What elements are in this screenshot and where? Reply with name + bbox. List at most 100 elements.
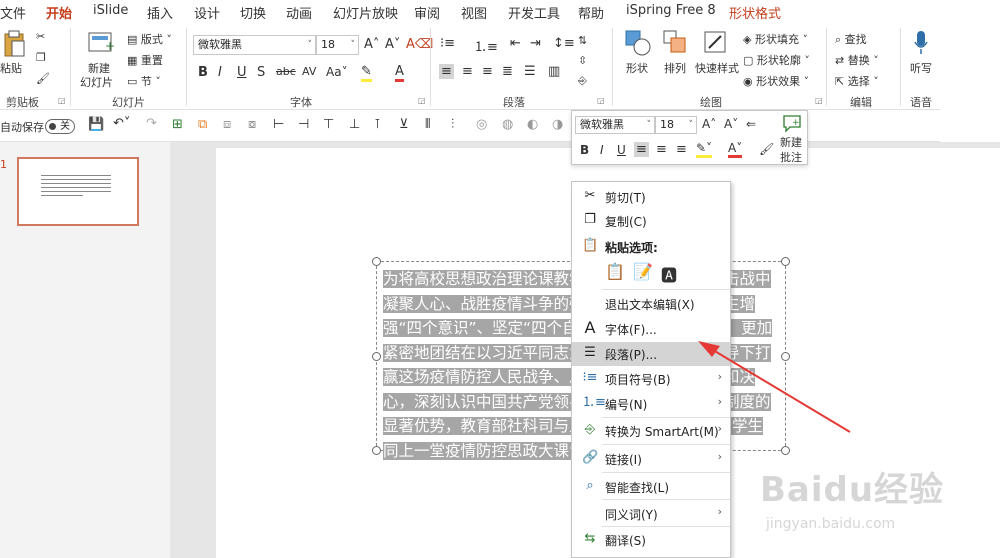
tab-home[interactable]: 开始 bbox=[46, 3, 73, 26]
text-direction-icon[interactable]: ⇅ bbox=[578, 34, 587, 47]
paste-text-only-icon[interactable]: 🅰 bbox=[661, 262, 677, 286]
shapes-icon[interactable] bbox=[625, 30, 651, 56]
align-center-objects-icon[interactable]: ⊣ bbox=[298, 117, 309, 132]
tab-transitions[interactable]: 切换 bbox=[240, 3, 266, 22]
menu-item-font[interactable]: A 字体(F)... bbox=[572, 317, 730, 341]
ungroup-icon[interactable]: ⧇ bbox=[248, 117, 256, 132]
shape-effects-button[interactable]: ◉ 形状效果 ˅ bbox=[743, 73, 809, 89]
paragraph-launcher-icon[interactable]: ◲ bbox=[597, 96, 605, 105]
microphone-icon[interactable] bbox=[913, 30, 929, 56]
increase-font-icon[interactable]: A˄ bbox=[364, 37, 379, 52]
tab-view[interactable]: 视图 bbox=[461, 3, 487, 22]
new-slide-label-2[interactable]: 幻灯片 bbox=[80, 74, 113, 90]
bold-icon[interactable]: B bbox=[198, 65, 208, 80]
paste-picture-icon[interactable]: 📝 bbox=[633, 262, 653, 281]
layout-button[interactable]: ▤ 版式 ˅ bbox=[127, 31, 172, 47]
line-spacing-icon[interactable]: ↕≡ bbox=[553, 36, 575, 51]
resize-handle-top-right[interactable] bbox=[781, 257, 790, 266]
menu-item-bullets[interactable]: ⁝≡ 项目符号(B) › bbox=[572, 367, 730, 391]
resize-handle-top-left[interactable] bbox=[372, 257, 381, 266]
tab-help[interactable]: 帮助 bbox=[578, 3, 604, 22]
align-top-objects-icon[interactable]: ⊥ bbox=[349, 117, 360, 132]
clipboard-launcher-icon[interactable]: ◲ bbox=[58, 96, 66, 105]
slide-thumbnail[interactable] bbox=[17, 157, 139, 226]
char-spacing-icon[interactable]: AV bbox=[302, 65, 316, 78]
menu-item-cut[interactable]: ✂ 剪切(T) bbox=[572, 185, 730, 209]
find-button[interactable]: ⌕ 查找 bbox=[835, 31, 867, 47]
drawing-launcher-icon[interactable]: ◲ bbox=[815, 96, 823, 105]
strikethrough-icon[interactable]: abc bbox=[276, 65, 296, 78]
save-icon[interactable]: 💾 bbox=[88, 117, 104, 132]
mini-align-right-icon[interactable]: ≡ bbox=[676, 142, 687, 157]
distribute-icon[interactable]: ⊞ bbox=[172, 117, 183, 132]
menu-item-translate[interactable]: ⇆ 翻译(S) bbox=[572, 528, 730, 552]
align-left-icon[interactable]: ≡ bbox=[439, 64, 454, 79]
shape-outline-button[interactable]: ▢ 形状轮廓 ˅ bbox=[743, 52, 810, 68]
mini-font-size-combo[interactable]: 18 ˅ bbox=[655, 116, 697, 134]
mini-decrease-font-icon[interactable]: A˅ bbox=[724, 117, 738, 131]
copy-icon[interactable]: ❐ bbox=[36, 51, 46, 64]
paste-icon[interactable] bbox=[2, 30, 26, 58]
mini-format-painter-icon[interactable]: 🖌 bbox=[759, 142, 774, 156]
shape-intersect-icon[interactable]: ◑ bbox=[552, 117, 563, 132]
new-comment-label[interactable]: 新建 bbox=[780, 134, 802, 150]
undo-icon[interactable]: ↶˅ bbox=[113, 116, 130, 131]
menu-item-link[interactable]: 🔗 链接(I) › bbox=[572, 447, 730, 471]
insert-shape-icon[interactable]: ⧉ bbox=[198, 117, 207, 132]
tab-review[interactable]: 审阅 bbox=[414, 3, 440, 22]
align-text-icon[interactable]: ⇳ bbox=[578, 54, 587, 67]
tab-slideshow[interactable]: 幻灯片放映 bbox=[333, 3, 398, 22]
increase-indent-icon[interactable]: ⇥ bbox=[530, 36, 541, 51]
resize-handle-left[interactable] bbox=[372, 352, 381, 361]
mini-increase-font-icon[interactable]: A˄ bbox=[702, 117, 716, 131]
tab-animations[interactable]: 动画 bbox=[286, 3, 312, 22]
align-center-icon[interactable]: ≡ bbox=[462, 64, 473, 79]
italic-icon[interactable]: I bbox=[218, 65, 222, 80]
mini-underline-icon[interactable]: U bbox=[617, 143, 626, 157]
tab-developer[interactable]: 开发工具 bbox=[508, 3, 560, 22]
arrange-icon[interactable] bbox=[663, 30, 689, 56]
tab-ispring[interactable]: iSpring Free 8 bbox=[626, 3, 716, 18]
highlight-icon[interactable]: ✎ bbox=[361, 64, 372, 82]
menu-item-smartart[interactable]: ⎆ 转换为 SmartArt(M) › bbox=[572, 419, 730, 443]
autosave-toggle[interactable]: 关 bbox=[45, 119, 75, 134]
new-comment-label-2[interactable]: 批注 bbox=[780, 149, 802, 165]
font-name-combo[interactable]: 微软雅黑 ˅ bbox=[193, 35, 316, 55]
bullets-icon[interactable]: ⁝≡ bbox=[440, 36, 455, 51]
shadow-icon[interactable]: S bbox=[257, 65, 265, 80]
resize-handle-bottom-right[interactable] bbox=[781, 446, 790, 455]
select-button[interactable]: ⇱ 选择 ˅ bbox=[835, 73, 879, 89]
mini-clear-format-icon[interactable]: ⇐ bbox=[746, 117, 756, 131]
shapes-label[interactable]: 形状 bbox=[626, 60, 648, 76]
mini-italic-icon[interactable]: I bbox=[600, 143, 604, 157]
shape-union-icon[interactable]: ◎ bbox=[476, 117, 487, 132]
tab-shape-format[interactable]: 形状格式 bbox=[729, 3, 781, 22]
group-icon[interactable]: ⧈ bbox=[223, 117, 231, 132]
shape-fill-button[interactable]: ◈ 形状填充 ˅ bbox=[743, 31, 808, 47]
tab-design[interactable]: 设计 bbox=[194, 3, 220, 22]
quick-styles-label[interactable]: 快速样式 bbox=[695, 60, 739, 76]
tab-islide[interactable]: iSlide bbox=[93, 3, 128, 18]
align-left-objects-icon[interactable]: ⊢ bbox=[273, 117, 284, 132]
tab-insert[interactable]: 插入 bbox=[147, 3, 173, 22]
smartart-convert-icon[interactable]: ⎆ bbox=[578, 74, 587, 88]
menu-item-exit-text-edit[interactable]: 退出文本编辑(X) bbox=[572, 292, 730, 316]
decrease-font-icon[interactable]: A˅ bbox=[385, 37, 400, 52]
paste-keep-source-icon[interactable]: 📋 bbox=[605, 262, 625, 281]
font-launcher-icon[interactable]: ◲ bbox=[418, 96, 426, 105]
font-color-icon[interactable]: A bbox=[395, 64, 404, 82]
quick-styles-icon[interactable] bbox=[703, 30, 729, 56]
tab-file[interactable]: 文件 bbox=[0, 3, 26, 22]
align-bottom-objects-icon[interactable]: ⊻ bbox=[399, 117, 409, 132]
mini-font-color-icon[interactable]: A˅ bbox=[728, 141, 743, 158]
new-slide-icon[interactable]: + bbox=[88, 30, 114, 54]
align-middle-objects-icon[interactable]: ⊺ bbox=[374, 117, 381, 132]
menu-item-numbering[interactable]: ⒈≡ 编号(N) › bbox=[572, 392, 730, 416]
shape-combine-icon[interactable]: ◍ bbox=[502, 117, 513, 132]
menu-item-synonyms[interactable]: 同义词(Y) › bbox=[572, 502, 730, 526]
replace-button[interactable]: ⇄ 替换 ˅ bbox=[835, 52, 879, 68]
shape-fragment-icon[interactable]: ◐ bbox=[527, 117, 538, 132]
menu-item-copy[interactable]: ❐ 复制(C) bbox=[572, 209, 730, 233]
mini-font-name-combo[interactable]: 微软雅黑 ˅ bbox=[575, 116, 655, 134]
new-comment-icon[interactable]: + bbox=[782, 114, 802, 134]
